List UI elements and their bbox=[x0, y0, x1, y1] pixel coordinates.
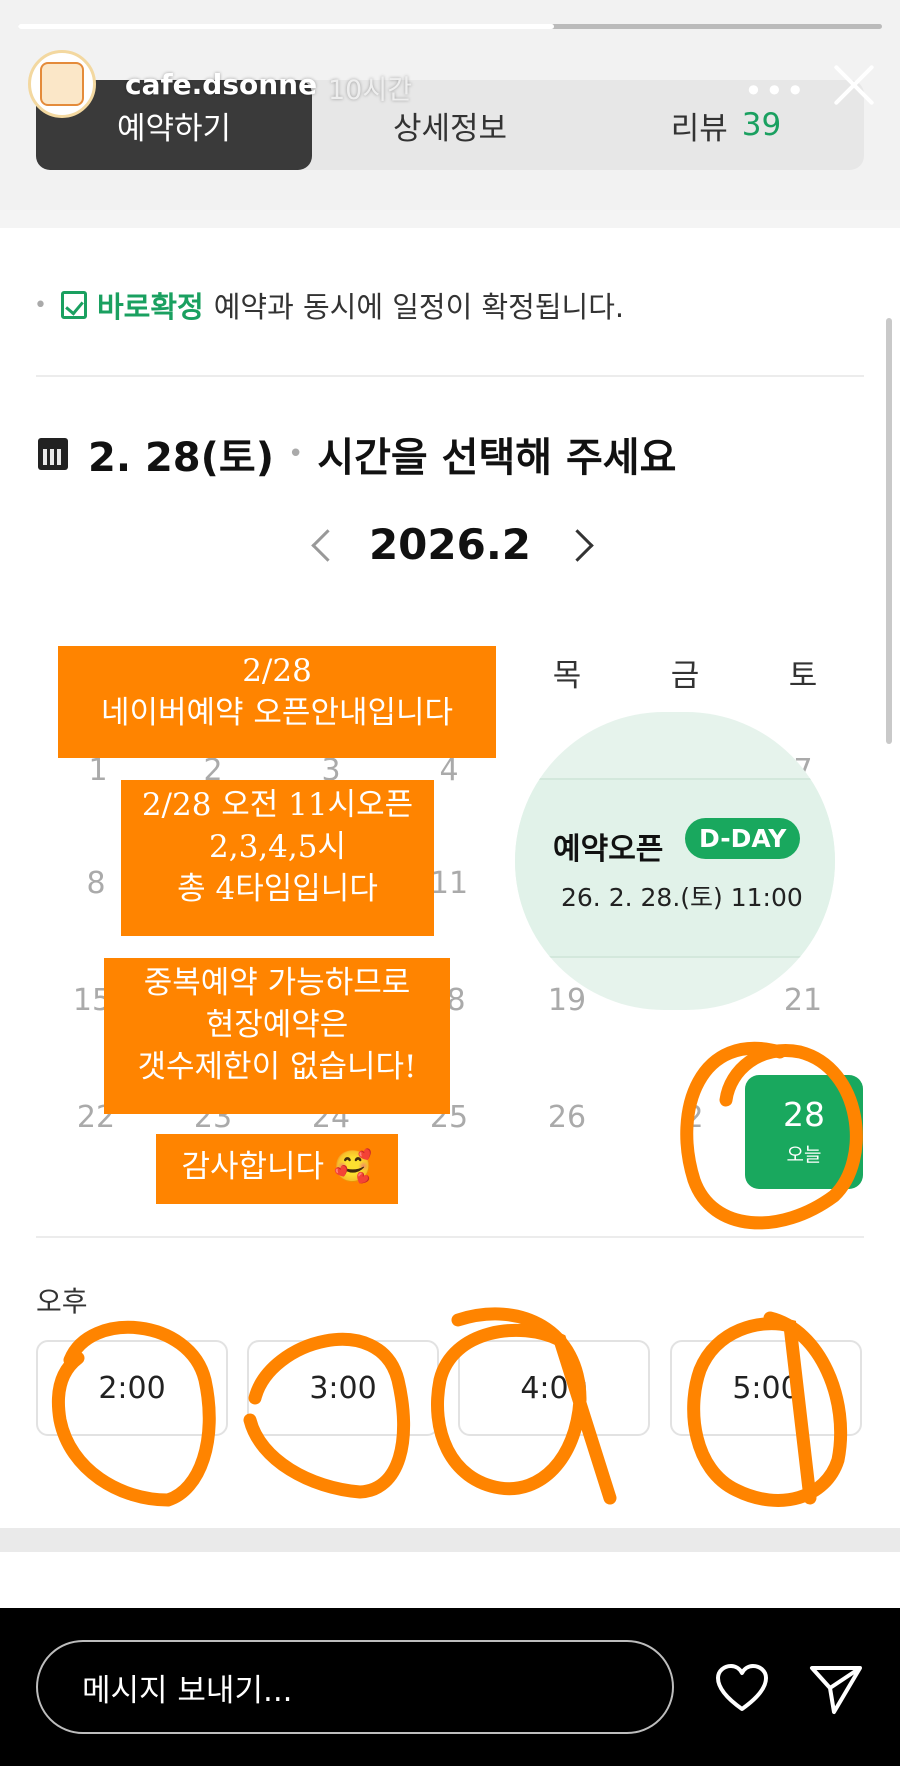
story-progress-fill bbox=[18, 24, 554, 29]
heart-icon[interactable] bbox=[715, 1663, 769, 1713]
close-icon[interactable] bbox=[832, 62, 878, 108]
more-icon[interactable]: ••• bbox=[744, 72, 807, 110]
avatar-logo bbox=[40, 62, 84, 106]
message-input[interactable]: 메시지 보내기... bbox=[36, 1640, 674, 1734]
circle-annotation bbox=[51, 1320, 216, 1507]
annotation-circles bbox=[51, 1041, 863, 1507]
circle-annotation bbox=[680, 1041, 863, 1230]
message-placeholder: 메시지 보내기... bbox=[82, 1672, 293, 1709]
circle-annotation bbox=[431, 1307, 617, 1505]
avatar[interactable] bbox=[28, 50, 96, 118]
circle-annotation bbox=[687, 1311, 848, 1507]
circle-annotation bbox=[243, 1333, 411, 1499]
story-username[interactable]: cafe.dsonne bbox=[125, 68, 317, 101]
story-time-ago: 10시간 bbox=[328, 75, 413, 106]
story-view: 예약하기 상세정보 리뷰 39 • 바로확정 예약과 동시에 일정이 확정됩니다.… bbox=[0, 0, 900, 1608]
send-icon[interactable] bbox=[808, 1660, 864, 1716]
